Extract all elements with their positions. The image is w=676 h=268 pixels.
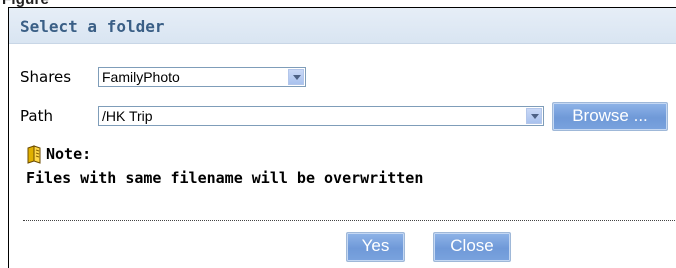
- shares-value: FamilyPhoto: [102, 69, 180, 85]
- select-folder-dialog: Select a folder Shares FamilyPhoto Path …: [8, 7, 676, 268]
- path-value: /HK Trip: [102, 108, 153, 124]
- close-button[interactable]: Close: [433, 232, 511, 262]
- dialog-titlebar: Select a folder: [9, 8, 676, 44]
- browse-button[interactable]: Browse ...: [552, 102, 668, 131]
- yes-button[interactable]: Yes: [346, 232, 405, 262]
- path-label: Path: [20, 107, 53, 125]
- note-title: Note:: [46, 145, 92, 163]
- note-icon: [27, 145, 41, 164]
- path-select[interactable]: /HK Trip: [98, 106, 544, 126]
- shares-label: Shares: [20, 68, 72, 86]
- shares-select[interactable]: FamilyPhoto: [98, 67, 306, 87]
- note-text: Files with same filename will be overwri…: [26, 169, 424, 187]
- page: Figure Select a folder Shares FamilyPhot…: [0, 0, 676, 268]
- dialog-title: Select a folder: [20, 17, 165, 36]
- chevron-down-icon[interactable]: [288, 69, 304, 85]
- divider: [23, 220, 676, 221]
- chevron-down-icon[interactable]: [526, 108, 542, 124]
